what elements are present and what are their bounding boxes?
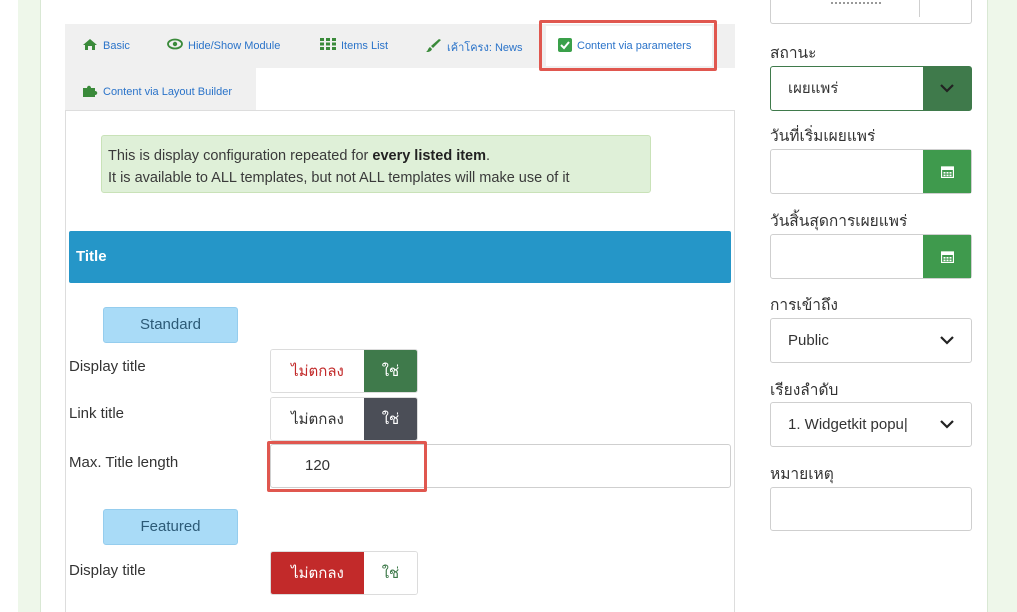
info-bold-text: every listed item xyxy=(372,148,487,164)
link-title-toggle: ไม่ตกลง ใช่ xyxy=(270,397,418,441)
display-title-label: Display title xyxy=(69,358,146,375)
publish-start-input[interactable] xyxy=(770,149,972,194)
calendar-icon[interactable] xyxy=(923,235,971,278)
tab-content-via-layout-builder[interactable]: Content via Layout Builder xyxy=(82,83,232,100)
display-title-no-option[interactable]: ไม่ตกลง xyxy=(271,350,364,392)
max-title-length-label: Max. Title length xyxy=(69,454,179,471)
tab-items-list[interactable]: Items List xyxy=(320,38,388,53)
tab-label: Items List xyxy=(341,39,389,52)
featured-display-title-toggle: ไม่ตกลง ใช่ xyxy=(270,551,418,595)
info-text: This is display configuration repeated f… xyxy=(108,148,373,164)
standard-label: Standard xyxy=(103,307,238,343)
publish-end-label: วันสิ้นสุดการเผยแพร่ xyxy=(770,213,908,230)
puzzle-icon xyxy=(82,83,98,100)
frame-divider xyxy=(40,0,41,612)
home-icon xyxy=(82,38,98,54)
ordering-value: 1. Widgetkit popu| xyxy=(788,416,908,433)
note-input[interactable] xyxy=(770,487,972,531)
access-select[interactable]: Public xyxy=(770,318,972,363)
display-title-toggle: ไม่ตกลง ใช่ xyxy=(270,349,418,393)
ordering-select[interactable]: 1. Widgetkit popu| xyxy=(770,402,972,447)
chevron-down-icon[interactable] xyxy=(923,403,971,446)
display-title-yes-option[interactable]: ใช่ xyxy=(364,350,417,392)
status-select[interactable]: เผยแพร่ xyxy=(770,66,972,111)
info-line-2: It is available to ALL templates, but no… xyxy=(108,170,570,186)
tab-hide-show-module[interactable]: Hide/Show Module xyxy=(167,38,280,53)
info-text: . xyxy=(486,148,491,164)
info-message: This is display configuration repeated f… xyxy=(101,135,651,193)
grid-icon xyxy=(320,38,336,53)
ordering-label: เรียงลำดับ xyxy=(770,382,839,399)
link-title-label: Link title xyxy=(69,405,125,422)
access-label: การเข้าถึง xyxy=(770,297,838,314)
calendar-icon[interactable] xyxy=(923,150,971,193)
featured-display-title-label: Display title xyxy=(69,562,146,579)
tab-label: เค้าโครง: News xyxy=(447,42,523,54)
chevron-down-icon[interactable] xyxy=(923,67,971,110)
page: Basic Hide/Show Module Items List เค้าโค… xyxy=(0,0,1017,612)
link-title-yes-option[interactable]: ใช่ xyxy=(364,398,417,440)
chevron-down-icon[interactable] xyxy=(923,319,971,362)
eye-icon xyxy=(167,38,183,53)
access-value: Public xyxy=(788,332,829,349)
tab-basic[interactable]: Basic xyxy=(82,38,130,54)
featured-display-title-no-option[interactable]: ไม่ตกลง xyxy=(271,552,364,594)
publish-end-input[interactable] xyxy=(770,234,972,279)
frame-left xyxy=(18,0,40,612)
highlight-box xyxy=(539,20,717,71)
brush-icon xyxy=(426,38,442,56)
link-title-no-option[interactable]: ไม่ตกลง xyxy=(271,398,364,440)
note-label: หมายเหตุ xyxy=(770,466,834,483)
tab-layout-news[interactable]: เค้าโครง: News xyxy=(426,38,522,56)
highlight-box xyxy=(267,441,427,492)
info-line-1: This is display configuration repeated f… xyxy=(108,145,650,167)
tab-label: Content via Layout Builder xyxy=(103,85,233,98)
language-select-partial[interactable] xyxy=(770,0,972,24)
tab-label: Basic xyxy=(103,40,130,52)
publish-start-label: วันที่เริ่มเผยแพร่ xyxy=(770,128,876,145)
status-label: สถานะ xyxy=(770,45,817,62)
status-value: เผยแพร่ xyxy=(788,80,839,97)
featured-display-title-yes-option[interactable]: ใช่ xyxy=(364,552,417,594)
select-text-cut xyxy=(831,0,881,4)
frame-right xyxy=(988,0,1017,612)
chevron-down-icon xyxy=(919,0,963,17)
section-title-bar[interactable]: Title xyxy=(69,231,731,283)
tab-label: Hide/Show Module xyxy=(188,39,281,52)
featured-label: Featured xyxy=(103,509,238,545)
